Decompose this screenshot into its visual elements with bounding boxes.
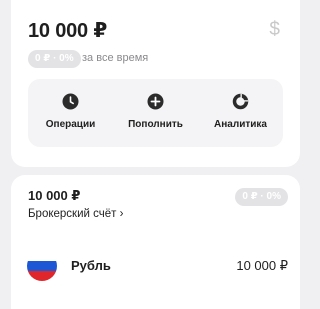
account-change-badge: 0 ₽ · 0% [235, 188, 288, 206]
total-balance: 10 000 ₽ [28, 20, 108, 42]
account-type-link[interactable]: Брокерский счёт › [28, 208, 123, 220]
currency-name[interactable]: Рубль [71, 258, 111, 273]
portfolio-summary-card: 10 000 ₽ $ 0 ₽ · 0% за все время Операци… [11, 0, 300, 167]
top-up-button[interactable]: Пополнить [113, 79, 198, 147]
top-up-label: Пополнить [128, 119, 183, 130]
analytics-button[interactable]: Аналитика [198, 79, 283, 147]
pie-chart-icon [232, 93, 249, 110]
account-balance: 10 000 ₽ [28, 188, 81, 203]
brokerage-account-card[interactable]: 10 000 ₽ 0 ₽ · 0% Брокерский счёт › Рубл… [11, 175, 300, 309]
change-badge: 0 ₽ · 0% [28, 50, 81, 68]
plus-circle-icon [147, 93, 164, 110]
period-label: за все время [82, 52, 149, 64]
currency-amount: 10 000 ₽ [236, 258, 288, 273]
russia-flag-icon [27, 251, 57, 281]
clock-icon [62, 93, 79, 110]
operations-button[interactable]: Операции [28, 79, 113, 147]
dollar-sign-icon[interactable]: $ [269, 19, 280, 41]
operations-label: Операции [45, 119, 96, 130]
analytics-label: Аналитика [214, 119, 267, 130]
quick-actions: Операции Пополнить Аналитика [28, 79, 283, 147]
